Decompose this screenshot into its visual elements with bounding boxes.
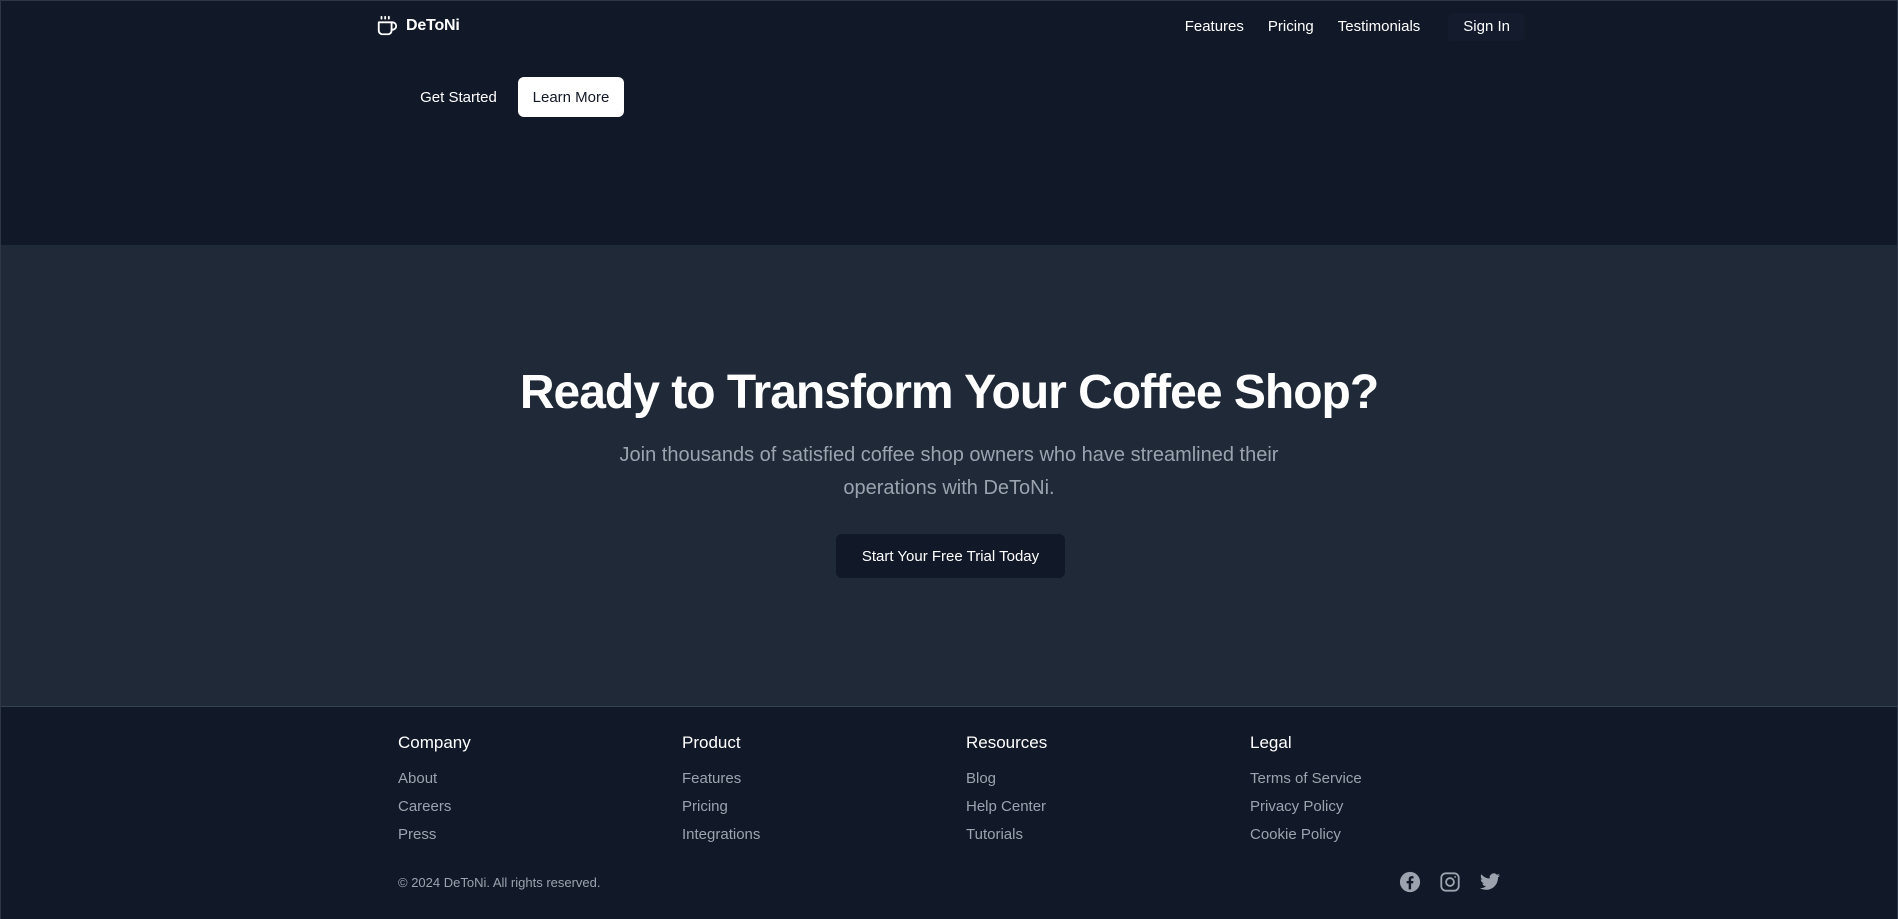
get-started-button[interactable]: Get Started bbox=[406, 77, 511, 117]
footer-link-tutorials[interactable]: Tutorials bbox=[966, 826, 1047, 844]
coffee-cup-icon bbox=[376, 15, 398, 37]
footer-link-blog[interactable]: Blog bbox=[966, 770, 1047, 788]
nav-link-testimonials[interactable]: Testimonials bbox=[1338, 13, 1421, 41]
footer-heading: Resources bbox=[966, 733, 1048, 752]
site-header: DeToNi Features Pricing Testimonials Sig… bbox=[1, 1, 1897, 53]
start-free-trial-button[interactable]: Start Your Free Trial Today bbox=[836, 534, 1065, 578]
footer-link-terms[interactable]: Terms of Service bbox=[1250, 770, 1362, 788]
footer-link-about[interactable]: About bbox=[398, 770, 471, 788]
footer-link-integrations[interactable]: Integrations bbox=[682, 826, 760, 844]
nav-link-pricing[interactable]: Pricing bbox=[1268, 13, 1314, 41]
footer-link-help-center[interactable]: Help Center bbox=[966, 798, 1047, 816]
footer-link-careers[interactable]: Careers bbox=[398, 798, 471, 816]
footer-link-privacy[interactable]: Privacy Policy bbox=[1250, 798, 1362, 816]
footer-column-legal: Legal Terms of Service Privacy Policy Co… bbox=[1250, 733, 1362, 854]
cta-heading: Ready to Transform Your Coffee Shop? bbox=[519, 366, 1379, 419]
sign-in-button[interactable]: Sign In bbox=[1448, 13, 1525, 41]
brand-logo-link[interactable]: DeToNi bbox=[376, 15, 460, 37]
nav-link-features[interactable]: Features bbox=[1185, 13, 1244, 41]
main-nav: Features Pricing Testimonials Sign In bbox=[1161, 13, 1525, 41]
footer-heading: Product bbox=[682, 733, 741, 752]
copyright-text: © 2024 DeToNi. All rights reserved. bbox=[398, 875, 601, 890]
footer-link-pricing[interactable]: Pricing bbox=[682, 798, 760, 816]
footer-column-company: Company About Careers Press bbox=[398, 733, 471, 854]
social-links bbox=[1399, 871, 1501, 893]
learn-more-button[interactable]: Learn More bbox=[518, 77, 624, 117]
footer-link-features[interactable]: Features bbox=[682, 770, 760, 788]
footer-heading: Legal bbox=[1250, 733, 1292, 752]
brand-name: DeToNi bbox=[406, 17, 460, 34]
footer-link-press[interactable]: Press bbox=[398, 826, 471, 844]
site-footer: Company About Careers Press Product Feat… bbox=[1, 706, 1897, 919]
facebook-icon[interactable] bbox=[1399, 871, 1421, 893]
footer-column-resources: Resources Blog Help Center Tutorials bbox=[966, 733, 1047, 854]
cta-subtitle: Join thousands of satisfied coffee shop … bbox=[619, 444, 1279, 499]
footer-link-cookie[interactable]: Cookie Policy bbox=[1250, 826, 1362, 844]
instagram-icon[interactable] bbox=[1439, 871, 1461, 893]
twitter-icon[interactable] bbox=[1479, 871, 1501, 893]
footer-column-product: Product Features Pricing Integrations bbox=[682, 733, 760, 854]
cta-section: Ready to Transform Your Coffee Shop? Joi… bbox=[1, 245, 1897, 706]
footer-heading: Company bbox=[398, 733, 471, 752]
